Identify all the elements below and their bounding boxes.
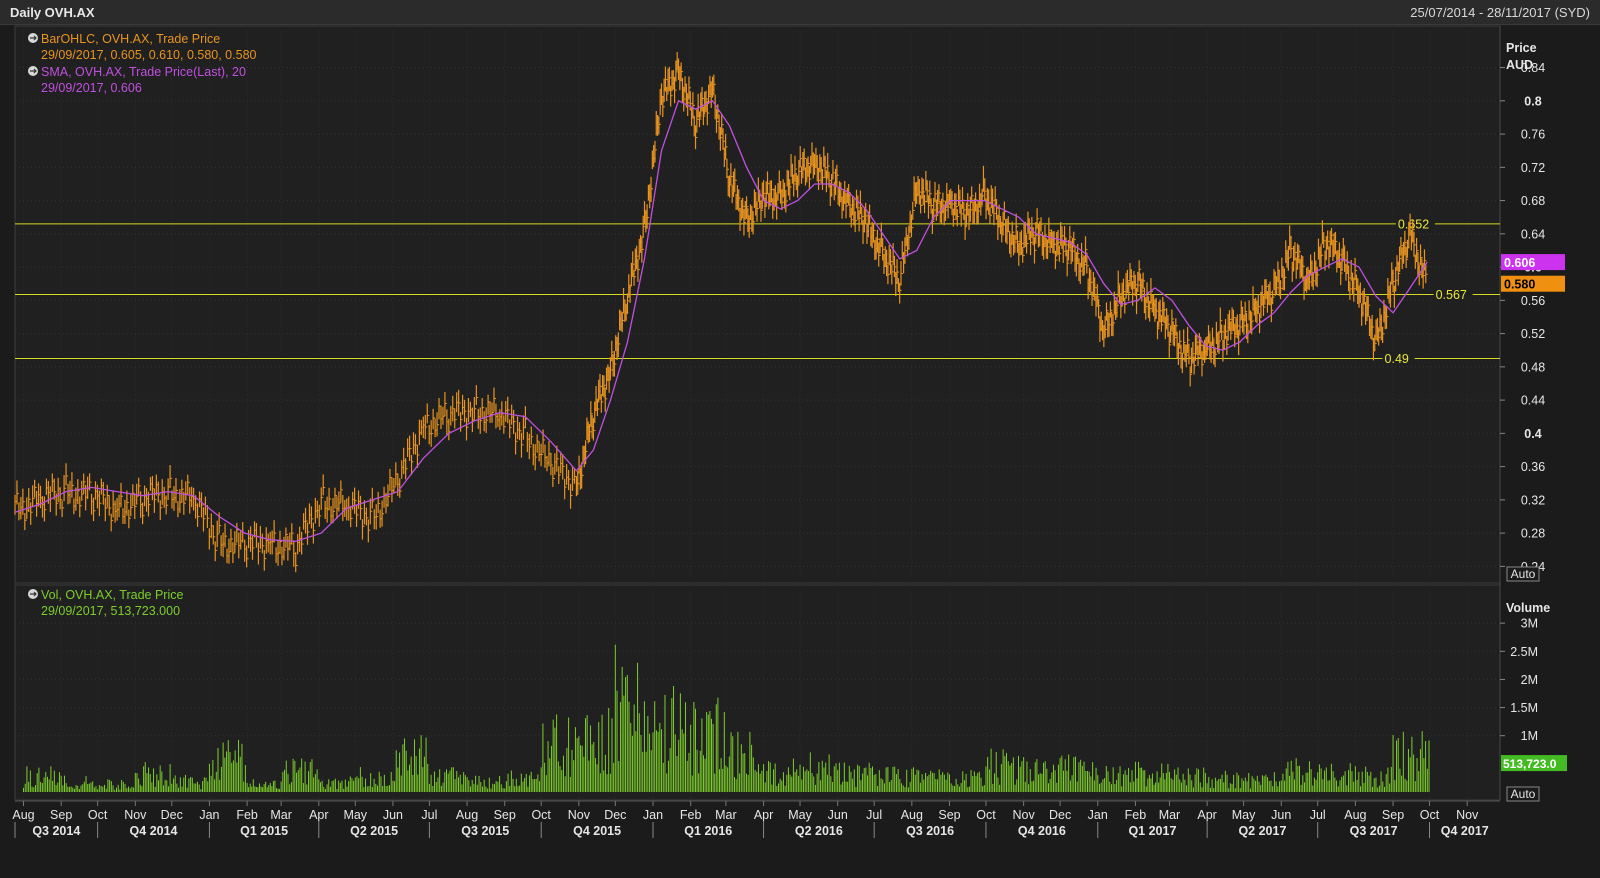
price-panel bbox=[14, 25, 1501, 584]
volume-tick-label: 2.5M bbox=[1510, 645, 1538, 659]
month-label: Jul bbox=[866, 808, 882, 822]
month-label: Aug bbox=[456, 808, 478, 822]
last-value-badge-label: 0.580 bbox=[1504, 278, 1535, 292]
month-label: Sep bbox=[1382, 808, 1404, 822]
month-label: Jan bbox=[1088, 808, 1108, 822]
month-label: Feb bbox=[1125, 808, 1147, 822]
legend-label: SMA, OVH.AX, Trade Price(Last), 20 bbox=[41, 65, 246, 79]
volume-axis-title: Volume bbox=[1506, 601, 1550, 615]
quarter-label: Q2 2017 bbox=[1238, 824, 1286, 838]
legend-label: Vol, OVH.AX, Trade Price bbox=[41, 588, 183, 602]
legend-label: BarOHLC, OVH.AX, Trade Price bbox=[41, 32, 220, 46]
price-tick-label: 0.48 bbox=[1521, 360, 1545, 374]
month-label: Aug bbox=[12, 808, 34, 822]
price-tick-label: 0.76 bbox=[1521, 128, 1545, 142]
volume-tick-label: 1.5M bbox=[1510, 701, 1538, 715]
month-label: Nov bbox=[124, 808, 147, 822]
quarter-label: Q1 2017 bbox=[1128, 824, 1176, 838]
volume-tick-label: 2M bbox=[1521, 673, 1538, 687]
month-label: Sep bbox=[494, 808, 516, 822]
price-tick-label: 0.68 bbox=[1521, 194, 1545, 208]
price-tick-label: 0.8 bbox=[1524, 94, 1541, 108]
month-label: Apr bbox=[309, 808, 328, 822]
quarter-label: Q2 2015 bbox=[350, 824, 398, 838]
month-label: May bbox=[1232, 808, 1256, 822]
month-label: Oct bbox=[531, 808, 551, 822]
month-label: Mar bbox=[270, 808, 292, 822]
month-label: Jun bbox=[1271, 808, 1291, 822]
legend-values: 29/09/2017, 0.606 bbox=[41, 81, 142, 95]
quarter-label: Q4 2015 bbox=[573, 824, 621, 838]
quarter-label: Q1 2015 bbox=[240, 824, 288, 838]
month-label: Sep bbox=[50, 808, 72, 822]
quarter-label: Q3 2016 bbox=[906, 824, 954, 838]
quarter-label: Q3 2017 bbox=[1350, 824, 1398, 838]
month-label: Aug bbox=[901, 808, 923, 822]
month-label: Jan bbox=[199, 808, 219, 822]
month-label: Jun bbox=[383, 808, 403, 822]
price-tick-label: 0.64 bbox=[1521, 227, 1545, 241]
volume-tick-label: 1M bbox=[1521, 729, 1538, 743]
horizontal-line-label: 0.49 bbox=[1385, 352, 1409, 366]
month-label: Oct bbox=[88, 808, 108, 822]
price-tick-label: 0.28 bbox=[1521, 527, 1545, 541]
month-label: May bbox=[343, 808, 367, 822]
price-tick-label: 0.36 bbox=[1521, 460, 1545, 474]
price-auto-label: Auto bbox=[1511, 567, 1536, 581]
volume-panel bbox=[14, 584, 1501, 801]
month-label: Nov bbox=[1456, 808, 1479, 822]
month-label: Oct bbox=[976, 808, 996, 822]
quarter-label: Q1 2016 bbox=[684, 824, 732, 838]
quarter-label: Q3 2014 bbox=[32, 824, 80, 838]
chart-window: Daily OVH.AX 25/07/2014 - 28/11/2017 (SY… bbox=[0, 0, 1600, 878]
volume-auto-label: Auto bbox=[1511, 787, 1536, 801]
price-tick-label: 0.72 bbox=[1521, 161, 1545, 175]
month-label: Apr bbox=[754, 808, 773, 822]
month-label: Dec bbox=[604, 808, 626, 822]
volume-tick-label: 3M bbox=[1521, 617, 1538, 631]
month-label: Dec bbox=[161, 808, 183, 822]
price-axis-title: Price bbox=[1506, 41, 1537, 55]
month-label: Mar bbox=[715, 808, 737, 822]
volume-last-badge-label: 513,723.0 bbox=[1503, 757, 1557, 771]
quarter-label: Q4 2017 bbox=[1441, 824, 1489, 838]
month-label: Dec bbox=[1049, 808, 1071, 822]
month-label: Nov bbox=[1013, 808, 1036, 822]
price-axis-unit: AUD bbox=[1506, 58, 1533, 72]
quarter-label: Q4 2014 bbox=[130, 824, 178, 838]
price-tick-label: 0.44 bbox=[1521, 394, 1545, 408]
month-label: Nov bbox=[568, 808, 591, 822]
month-label: Apr bbox=[1197, 808, 1216, 822]
month-label: Jun bbox=[828, 808, 848, 822]
price-tick-label: 0.4 bbox=[1524, 427, 1541, 441]
legend-values: 29/09/2017, 513,723.000 bbox=[41, 604, 180, 618]
month-label: Aug bbox=[1344, 808, 1366, 822]
price-tick-label: 0.32 bbox=[1521, 493, 1545, 507]
month-label: Jul bbox=[1310, 808, 1326, 822]
price-tick-label: 0.52 bbox=[1521, 327, 1545, 341]
horizontal-line-label: 0.567 bbox=[1436, 288, 1467, 302]
month-label: Feb bbox=[680, 808, 702, 822]
month-label: May bbox=[788, 808, 812, 822]
month-label: Sep bbox=[938, 808, 960, 822]
month-label: Feb bbox=[236, 808, 258, 822]
last-value-badge-label: 0.606 bbox=[1504, 256, 1535, 270]
month-label: Mar bbox=[1159, 808, 1181, 822]
price-tick-label: 0.56 bbox=[1521, 294, 1545, 308]
quarter-label: Q2 2016 bbox=[795, 824, 843, 838]
quarter-label: Q3 2015 bbox=[461, 824, 509, 838]
month-label: Jan bbox=[643, 808, 663, 822]
month-label: Jul bbox=[421, 808, 437, 822]
legend-values: 29/09/2017, 0.605, 0.610, 0.580, 0.580 bbox=[41, 48, 257, 62]
chart-canvas[interactable]: 0.840.80.760.720.680.640.60.560.520.480.… bbox=[0, 0, 1600, 878]
quarter-label: Q4 2016 bbox=[1018, 824, 1066, 838]
month-label: Oct bbox=[1420, 808, 1440, 822]
